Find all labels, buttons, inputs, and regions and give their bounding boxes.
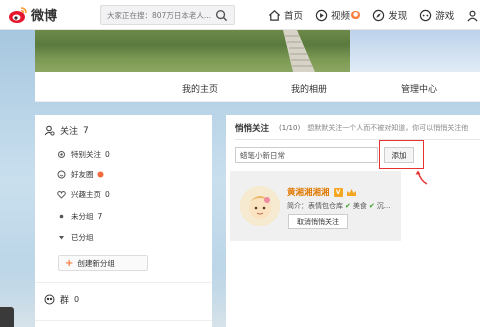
sidebar-divider (35, 282, 212, 283)
add-button-highlight-box (379, 140, 424, 169)
check-icon: ✔ (345, 202, 351, 210)
cancel-secret-follow-button[interactable]: 取消悄悄关注 (288, 214, 348, 229)
bio-tag: 美食 (352, 202, 367, 210)
weibo-eye-icon (9, 6, 27, 23)
group-chat-icon (44, 294, 55, 305)
bio-prefix: 简介：表情包仓库 (287, 202, 343, 210)
group-label: 群 (60, 296, 70, 306)
cover-sky (350, 30, 480, 72)
brand-name: 微博 (31, 9, 58, 24)
weibo-logo[interactable]: 微博 (8, 5, 57, 24)
sidebar-item-label: 已分组 (71, 233, 94, 242)
sidebar-group-chat[interactable]: 群 0 (44, 293, 79, 306)
nav-label-game: 游戏 (435, 11, 455, 22)
home-icon (268, 9, 281, 21)
tab-management[interactable]: 管理中心 (401, 82, 437, 95)
dot-icon (58, 151, 65, 158)
heart-icon (57, 191, 66, 199)
secret-follow-name-input[interactable]: 蜡笔小新日常 (235, 147, 378, 163)
sidebar-item-label: 未分组 (71, 212, 94, 221)
nav-item-user[interactable]: 于 (466, 8, 480, 22)
sidebar-item-label: 兴趣主页 (71, 190, 101, 199)
input-value: 蜡笔小新日常 (240, 150, 285, 160)
panel-header: 悄悄关注 (1/10) 想默默关注一个人而不被对知道，你可以悄悄关注他 (235, 122, 468, 134)
person-icon (44, 125, 55, 136)
search-placeholder: 大家正在搜：807万日本老人... (107, 10, 211, 20)
corner-thumbnail (0, 307, 14, 327)
top-nav-bar: 微博 大家正在搜：807万日本老人... 首页 视频 ● 发现 游戏 (0, 0, 480, 30)
sidebar-item-label: 好友圈 (71, 170, 94, 179)
verified-v-icon: V (333, 187, 343, 197)
sidebar-item-count: 0 (105, 190, 110, 199)
user-avatar[interactable] (240, 186, 280, 226)
sidebar-item-friends[interactable]: 好友圈 (57, 169, 104, 180)
username-row: 黄湘湘湘湘 V (287, 186, 357, 198)
smile-icon (57, 170, 66, 179)
nav-label-discover: 发现 (388, 11, 408, 22)
avatar-illustration (240, 186, 280, 226)
sidebar-item-label: 特别关注 (71, 150, 101, 159)
search-icon[interactable] (215, 9, 228, 22)
followed-user-card: 黄湘湘湘湘 V 简介：表情包仓库 ✔ 美食 ✔ 沉... 取消悄悄关注 (230, 171, 401, 241)
follow-sidebar: 关注 7 特别关注 0 好友圈 兴趣主页 0 未分组 7 已分组 + 创建新分组… (35, 115, 212, 327)
video-new-badge: ● (351, 11, 361, 19)
sidebar-item-interest[interactable]: 兴趣主页 0 (57, 189, 110, 200)
video-icon (315, 9, 328, 21)
friends-new-dot-icon (97, 171, 103, 178)
group-count: 0 (74, 295, 80, 304)
plus-icon: + (65, 257, 74, 269)
user-icon (467, 10, 478, 21)
follow-label: 关注 (60, 127, 79, 137)
nav-item-game[interactable]: 游戏 (419, 8, 454, 22)
sidebar-item-special-follow[interactable]: 特别关注 0 (57, 149, 110, 160)
sidebar-item-count: 0 (105, 150, 110, 159)
game-icon (420, 9, 432, 21)
bio-tail: 沉... (376, 202, 391, 210)
nav-item-home[interactable]: 首页 (268, 8, 303, 22)
watermark-url: jingyan.baidu.com (386, 306, 460, 315)
create-group-label: 创建新分组 (77, 258, 115, 268)
tab-my-album[interactable]: 我的相册 (291, 82, 327, 95)
sidebar-item-grouped[interactable]: 已分组 (57, 232, 94, 243)
search-input[interactable]: 大家正在搜：807万日本老人... (100, 5, 235, 25)
sidebar-item-count: 7 (97, 212, 103, 221)
profile-cover-photo (35, 30, 480, 72)
nav-label-home: 首页 (284, 11, 304, 22)
panel-divider (235, 139, 480, 140)
nav-label-video: 视频 (331, 11, 351, 22)
tab-my-home[interactable]: 我的主页 (182, 82, 218, 95)
panel-count: (1/10) (279, 124, 301, 132)
username-link[interactable]: 黄湘湘湘湘 (287, 186, 330, 198)
discover-icon (373, 9, 385, 21)
main-nav: 首页 视频 ● 发现 游戏 (268, 0, 480, 30)
nav-item-discover[interactable]: 发现 (372, 8, 407, 22)
crown-icon (346, 188, 356, 196)
panel-title: 悄悄关注 (235, 124, 270, 134)
create-group-button[interactable]: + 创建新分组 (58, 255, 148, 271)
follow-header[interactable]: 关注 7 (44, 124, 89, 137)
sidebar-item-ungrouped[interactable]: 未分组 7 (57, 211, 102, 222)
cover-stairs-graphic (283, 30, 315, 72)
nav-item-video[interactable]: 视频 ● (315, 8, 361, 22)
user-bio: 简介：表情包仓库 ✔ 美食 ✔ 沉... (287, 201, 390, 211)
follow-count: 7 (83, 125, 89, 136)
pointer-arrow-icon (415, 170, 428, 185)
triangle-down-icon (59, 236, 64, 240)
bullet-icon (59, 214, 64, 219)
panel-description: 想默默关注一个人而不被对知道，你可以悄悄关注他 (307, 124, 469, 132)
check-icon: ✔ (368, 202, 375, 210)
profile-tab-bar: 我的主页 我的相册 管理中心 (35, 72, 480, 102)
sidebar-divider-bottom (35, 320, 212, 321)
